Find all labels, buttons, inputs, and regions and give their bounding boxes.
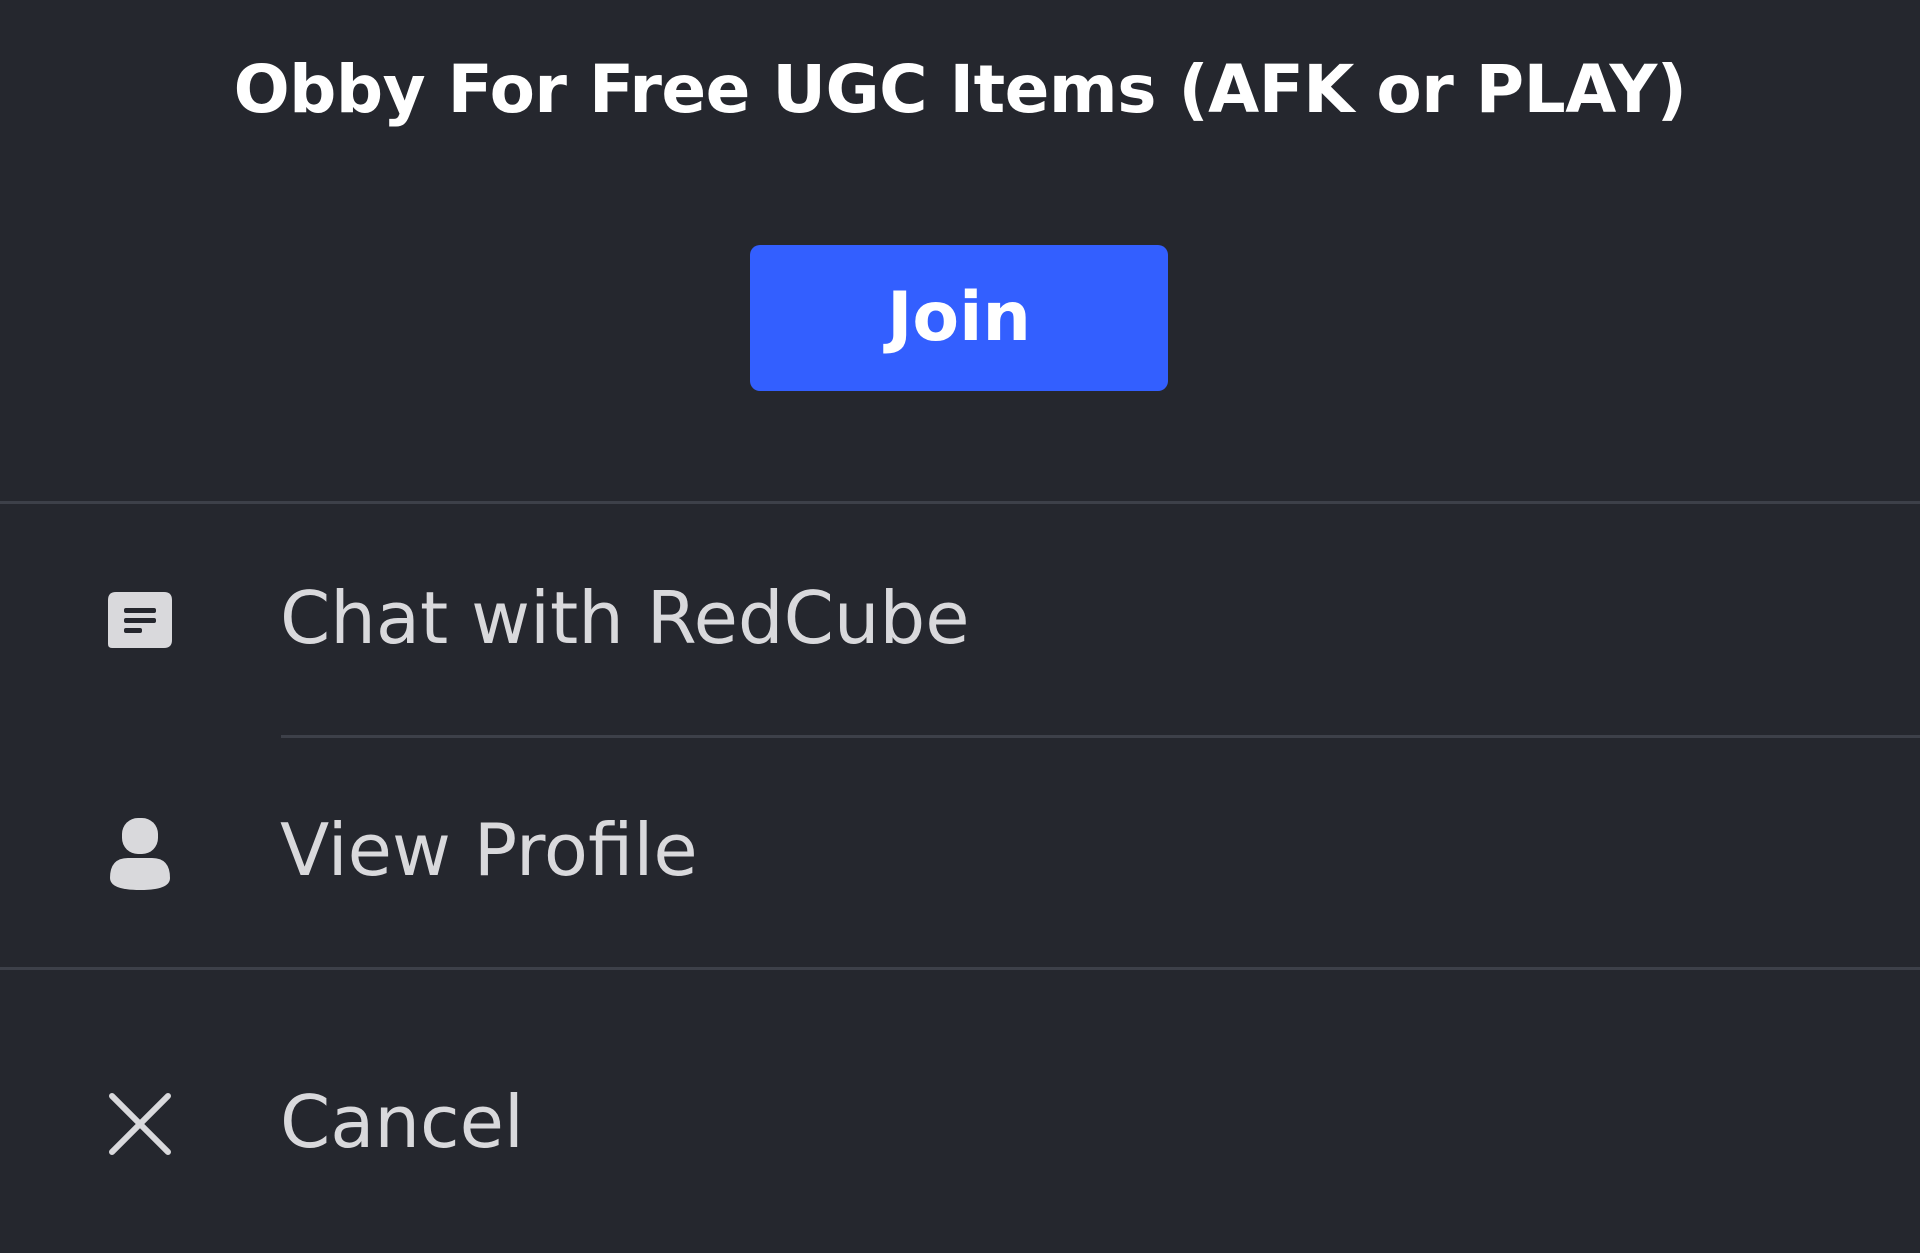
- menu-item-label: Chat with RedCube: [280, 576, 970, 660]
- menu-item-label: Cancel: [280, 1080, 524, 1164]
- chat-icon: [108, 584, 172, 656]
- person-icon: [108, 818, 172, 890]
- menu-item-label: View Profile: [280, 808, 698, 892]
- menu-item-cancel[interactable]: Cancel: [0, 970, 1920, 1253]
- menu-item-view-profile[interactable]: View Profile: [0, 738, 1920, 967]
- action-sheet: Obby For Free UGC Items (AFK or PLAY) Jo…: [0, 0, 1920, 1253]
- close-icon: [108, 1092, 172, 1164]
- menu-item-chat[interactable]: Chat with RedCube: [0, 504, 1920, 735]
- join-button[interactable]: Join: [750, 245, 1168, 391]
- experience-title: Obby For Free UGC Items (AFK or PLAY): [233, 51, 1687, 128]
